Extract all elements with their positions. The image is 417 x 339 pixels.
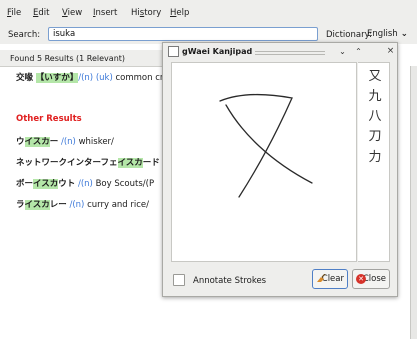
menu-history[interactable]: History <box>131 8 161 18</box>
candidate-kanji[interactable]: 八 <box>368 108 382 126</box>
candidate-kanji[interactable]: 刀 <box>368 128 382 146</box>
close-icon[interactable]: × <box>385 46 396 57</box>
result-word-prefix: ネットワークインターフェ <box>16 158 118 168</box>
candidate-kanji[interactable]: 九 <box>368 88 382 106</box>
menubar: File Edit View Insert History Help <box>0 0 417 24</box>
result-word-suffix: ウト <box>58 179 76 189</box>
result-tags[interactable]: /(n) <box>69 200 84 210</box>
result-kanji: 交喙 <box>16 73 34 83</box>
result-word-suffix: ード <box>142 158 160 168</box>
result-tags[interactable]: /(n) <box>78 179 93 189</box>
other-results-heading: Other Results <box>16 114 82 124</box>
annotate-strokes-checkbox[interactable] <box>173 274 185 286</box>
candidate-kanji[interactable]: 又 <box>368 68 382 86</box>
result-row[interactable]: ネットワークインターフェイスカード <box>16 156 160 168</box>
result-word-prefix: ラ <box>16 200 25 210</box>
result-gloss: common cro <box>112 73 169 83</box>
results-scrollbar[interactable] <box>410 66 417 339</box>
menu-help[interactable]: Help <box>170 8 189 18</box>
result-relevant-row[interactable]: 交喙 【いすか】/(n) (uk) common cro <box>16 71 168 83</box>
menu-view[interactable]: View <box>62 8 82 18</box>
maximize-icon[interactable]: ⌃ <box>353 46 364 57</box>
titlebar-grip <box>255 51 325 55</box>
result-reading: 【いすか】 <box>35 73 79 83</box>
drawing-canvas[interactable] <box>171 62 357 262</box>
chevron-down-icon: ⌄ <box>400 29 408 39</box>
result-word-match: イスカ <box>117 158 143 168</box>
result-tags[interactable]: /(n) (uk) <box>78 73 113 83</box>
kanjipad-title: gWaei Kanjipad <box>182 47 253 56</box>
menu-file[interactable]: File <box>7 8 21 18</box>
menu-insert[interactable]: Insert <box>93 8 117 18</box>
result-row[interactable]: ライスカレー /(n) curry and rice/ <box>16 198 149 210</box>
result-tags[interactable]: /(n) <box>61 137 76 147</box>
search-input[interactable] <box>48 27 318 41</box>
result-word-prefix: ウ <box>16 137 25 147</box>
result-gloss: whisker/ <box>75 137 114 147</box>
menu-edit[interactable]: Edit <box>33 8 49 18</box>
kanjipad-app-icon <box>168 46 179 57</box>
result-word-match: イスカ <box>24 200 50 210</box>
results-count: Found 5 Results (1 Relevant) <box>10 54 126 63</box>
result-word-suffix: ー <box>49 137 59 147</box>
close-circle-icon: ✕ <box>356 274 366 284</box>
result-word-suffix: レー <box>49 200 67 210</box>
dictionary-value: English <box>367 29 398 39</box>
annotate-strokes-label[interactable]: Annotate Strokes <box>193 276 266 286</box>
search-label: Search: <box>8 30 41 40</box>
result-gloss: Boy Scouts/(P <box>92 179 155 189</box>
result-gloss: curry and rice/ <box>84 200 150 210</box>
candidate-kanji[interactable]: 力 <box>368 149 382 167</box>
stroke-drawing <box>219 93 313 198</box>
result-word-match: イスカ <box>24 137 50 147</box>
result-word-prefix: ボー <box>16 179 34 189</box>
dictionary-select[interactable]: English ⌄ <box>367 27 417 41</box>
broom-icon <box>317 274 326 282</box>
minimize-icon[interactable]: ⌄ <box>337 46 348 57</box>
dictionary-label: Dictionary: <box>326 30 372 40</box>
result-row[interactable]: ボーイスカウト /(n) Boy Scouts/(P <box>16 177 154 189</box>
result-row[interactable]: ウイスカー /(n) whisker/ <box>16 135 114 147</box>
result-word-match: イスカ <box>33 179 59 189</box>
close-button-label: Close <box>362 274 386 284</box>
